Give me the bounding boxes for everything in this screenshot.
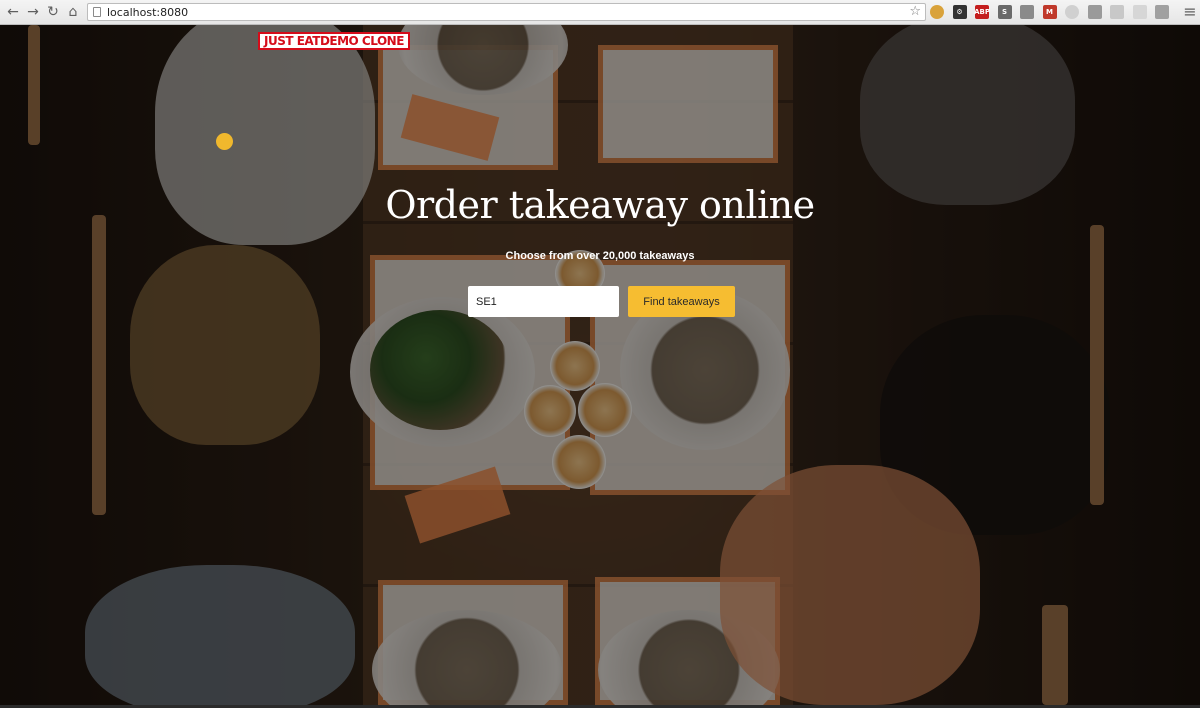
browser-toolbar: ← → ↻ ⌂ localhost:8080 ☆ ⚙ ABP S M ≡ — [0, 0, 1200, 25]
forward-icon[interactable]: → — [24, 3, 42, 21]
page-title: Order takeaway online — [385, 183, 815, 227]
back-icon[interactable]: ← — [4, 3, 22, 21]
reload-icon[interactable]: ↻ — [44, 3, 62, 21]
hero-subtitle: Choose from over 20,000 takeaways — [505, 250, 695, 262]
yellow-dot — [216, 133, 233, 150]
page-icon — [93, 7, 101, 17]
grey-ext-4-icon[interactable] — [1132, 5, 1147, 19]
url-text[interactable]: localhost:8080 — [107, 6, 188, 19]
menu-icon[interactable]: ≡ — [1181, 3, 1199, 21]
home-icon[interactable]: ⌂ — [64, 3, 82, 21]
s-ext-icon[interactable]: S — [997, 5, 1012, 19]
hero-section — [0, 25, 1200, 705]
cookie-icon[interactable] — [930, 5, 944, 19]
grey-ext-1-icon[interactable] — [1065, 5, 1079, 19]
bookmark-star-icon[interactable]: ☆ — [909, 4, 921, 19]
grey-ext-3-icon[interactable] — [1110, 5, 1124, 19]
dark-overlay — [0, 25, 1200, 705]
lock-ext-icon[interactable] — [1020, 5, 1034, 19]
logo[interactable]: JUST EATDEMO CLONE — [258, 32, 410, 50]
find-takeaways-button[interactable]: Find takeaways — [628, 286, 735, 317]
grey-ext-2-icon[interactable] — [1087, 5, 1102, 19]
gear-icon[interactable]: ⚙ — [952, 5, 967, 19]
adblock-icon[interactable]: ABP — [974, 5, 990, 19]
address-bar[interactable]: localhost:8080 ☆ — [87, 3, 926, 21]
m-ext-icon[interactable]: M — [1042, 5, 1057, 19]
postcode-input[interactable] — [468, 286, 619, 317]
camera-icon[interactable] — [1155, 5, 1169, 19]
